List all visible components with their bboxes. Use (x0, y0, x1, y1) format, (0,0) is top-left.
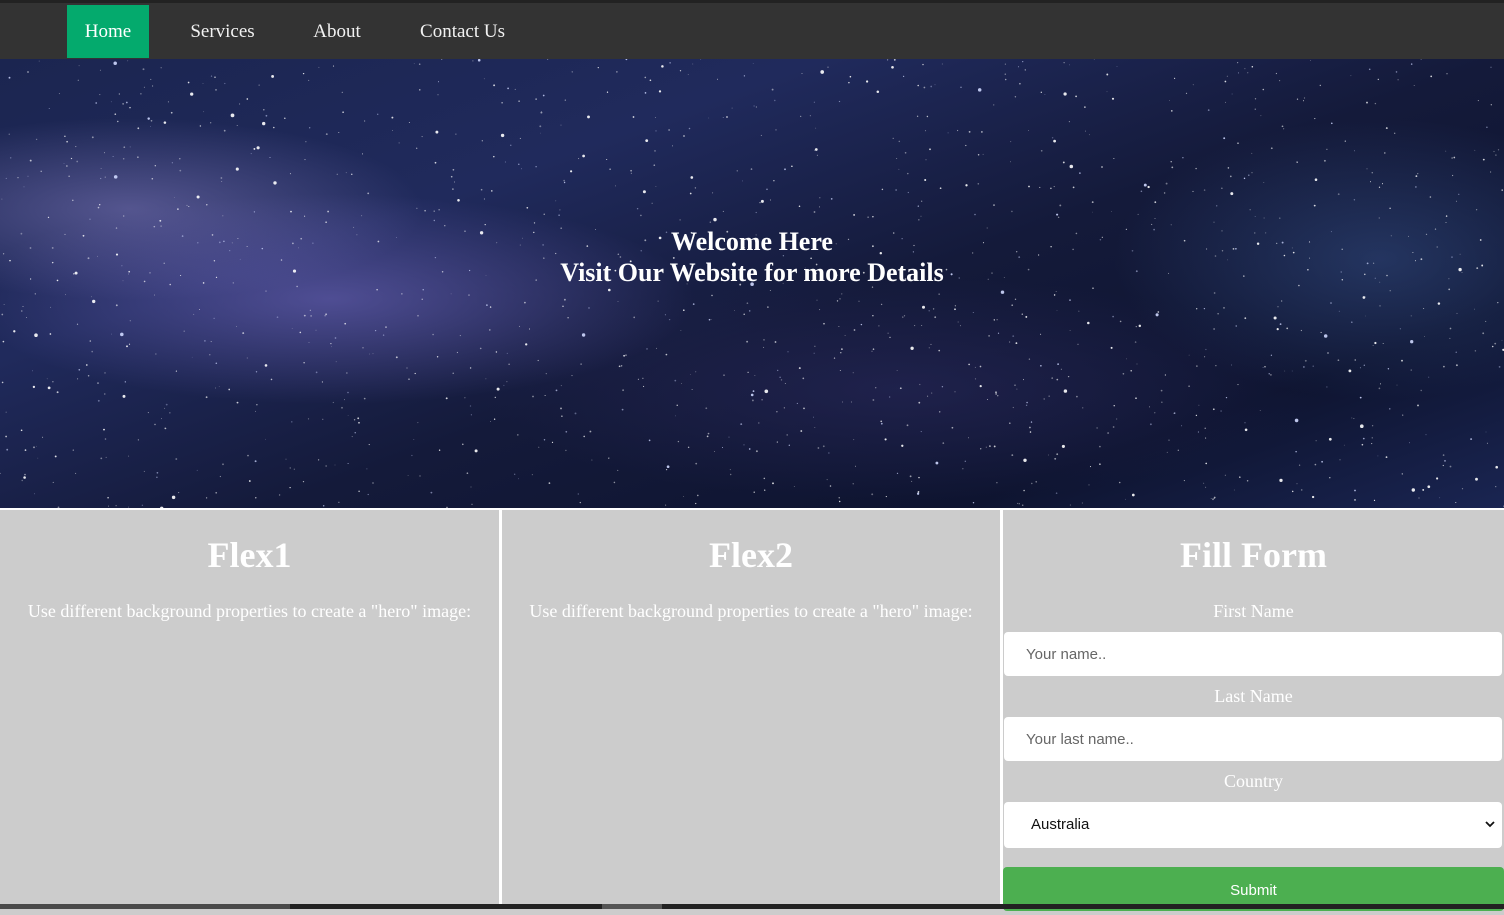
last-name-input[interactable] (1004, 717, 1502, 761)
form-column: Fill Form First Name Last Name Country A… (1003, 510, 1504, 909)
country-label: Country (1003, 770, 1504, 792)
flex2-text: Use different background properties to c… (502, 600, 1000, 622)
hero-heading: Welcome Here (0, 226, 1504, 257)
country-select[interactable]: Australia (1004, 802, 1502, 848)
horizontal-scrollbar[interactable] (0, 904, 1504, 909)
first-name-input[interactable] (1004, 632, 1502, 676)
flex2-title: Flex2 (502, 534, 1000, 576)
flex1-text: Use different background properties to c… (0, 600, 499, 622)
nav-contact-link[interactable]: Contact Us (400, 5, 525, 58)
nav-services-link[interactable]: Services (170, 5, 275, 58)
last-name-label: Last Name (1003, 685, 1504, 707)
top-navbar: Home Services About Contact Us (0, 3, 1504, 59)
nav-about-link[interactable]: About (298, 5, 376, 58)
country-selected-value: Australia (1031, 816, 1089, 833)
hero-text: Welcome Here Visit Our Website for more … (0, 226, 1504, 288)
first-name-label: First Name (1003, 600, 1504, 622)
flex2-column: Flex2 Use different background propertie… (502, 510, 1000, 909)
form-title: Fill Form (1003, 534, 1504, 576)
scrollbar-thumb[interactable] (0, 904, 290, 909)
chevron-down-icon (1485, 819, 1495, 829)
flex1-column: Flex1 Use different background propertie… (0, 510, 499, 909)
hero-image: Welcome Here Visit Our Website for more … (0, 59, 1504, 509)
flex1-title: Flex1 (0, 534, 499, 576)
hero-subheading: Visit Our Website for more Details (0, 257, 1504, 288)
nav-home-link[interactable]: Home (67, 5, 149, 58)
scrollbar-segment (602, 904, 662, 909)
